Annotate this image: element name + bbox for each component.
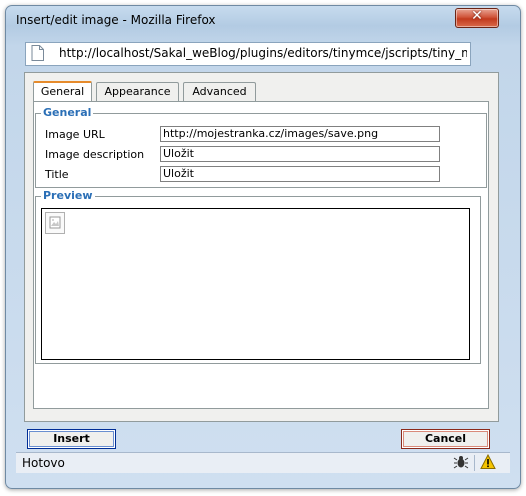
dialog-content: General Appearance Advanced General Imag… <box>24 72 499 422</box>
status-bar: Hotovo <box>16 452 510 473</box>
close-button[interactable]: ✕ <box>455 8 499 28</box>
tab-advanced[interactable]: Advanced <box>183 82 256 101</box>
page-icon <box>31 45 44 61</box>
image-url-label: Image URL <box>45 128 105 141</box>
tab-panel: General Image URL http://mojestranka.cz/… <box>33 101 489 409</box>
general-legend: General <box>41 106 94 119</box>
preview-area <box>41 208 470 360</box>
status-text: Hotovo <box>22 456 65 470</box>
url-text: http://localhost/Sakal_weBlog/plugins/ed… <box>59 46 467 60</box>
cancel-button[interactable]: Cancel <box>401 429 490 449</box>
warning-icon[interactable] <box>479 453 497 472</box>
image-description-input[interactable]: Uložit <box>160 146 440 162</box>
title-input[interactable]: Uložit <box>160 166 440 182</box>
preview-legend: Preview <box>41 189 95 202</box>
image-url-input[interactable]: http://mojestranka.cz/images/save.png <box>160 126 440 142</box>
window-title: Insert/edit image - Mozilla Firefox <box>16 13 216 27</box>
title-bar[interactable]: Insert/edit image - Mozilla Firefox ✕ <box>6 6 520 36</box>
insert-button[interactable]: Insert <box>27 429 116 449</box>
preview-fieldset: Preview <box>35 189 481 364</box>
browser-window: Insert/edit image - Mozilla Firefox ✕ ht… <box>5 5 521 489</box>
broken-image-icon <box>45 212 65 234</box>
title-label: Title <box>45 168 69 181</box>
general-fieldset: General Image URL http://mojestranka.cz/… <box>35 106 487 188</box>
address-bar[interactable]: http://localhost/Sakal_weBlog/plugins/ed… <box>25 42 471 66</box>
status-separator <box>474 455 475 471</box>
image-description-label: Image description <box>45 148 145 161</box>
close-icon: ✕ <box>471 8 483 24</box>
tab-appearance[interactable]: Appearance <box>96 82 179 101</box>
tab-general[interactable]: General <box>33 81 92 103</box>
bug-icon[interactable] <box>452 454 470 472</box>
